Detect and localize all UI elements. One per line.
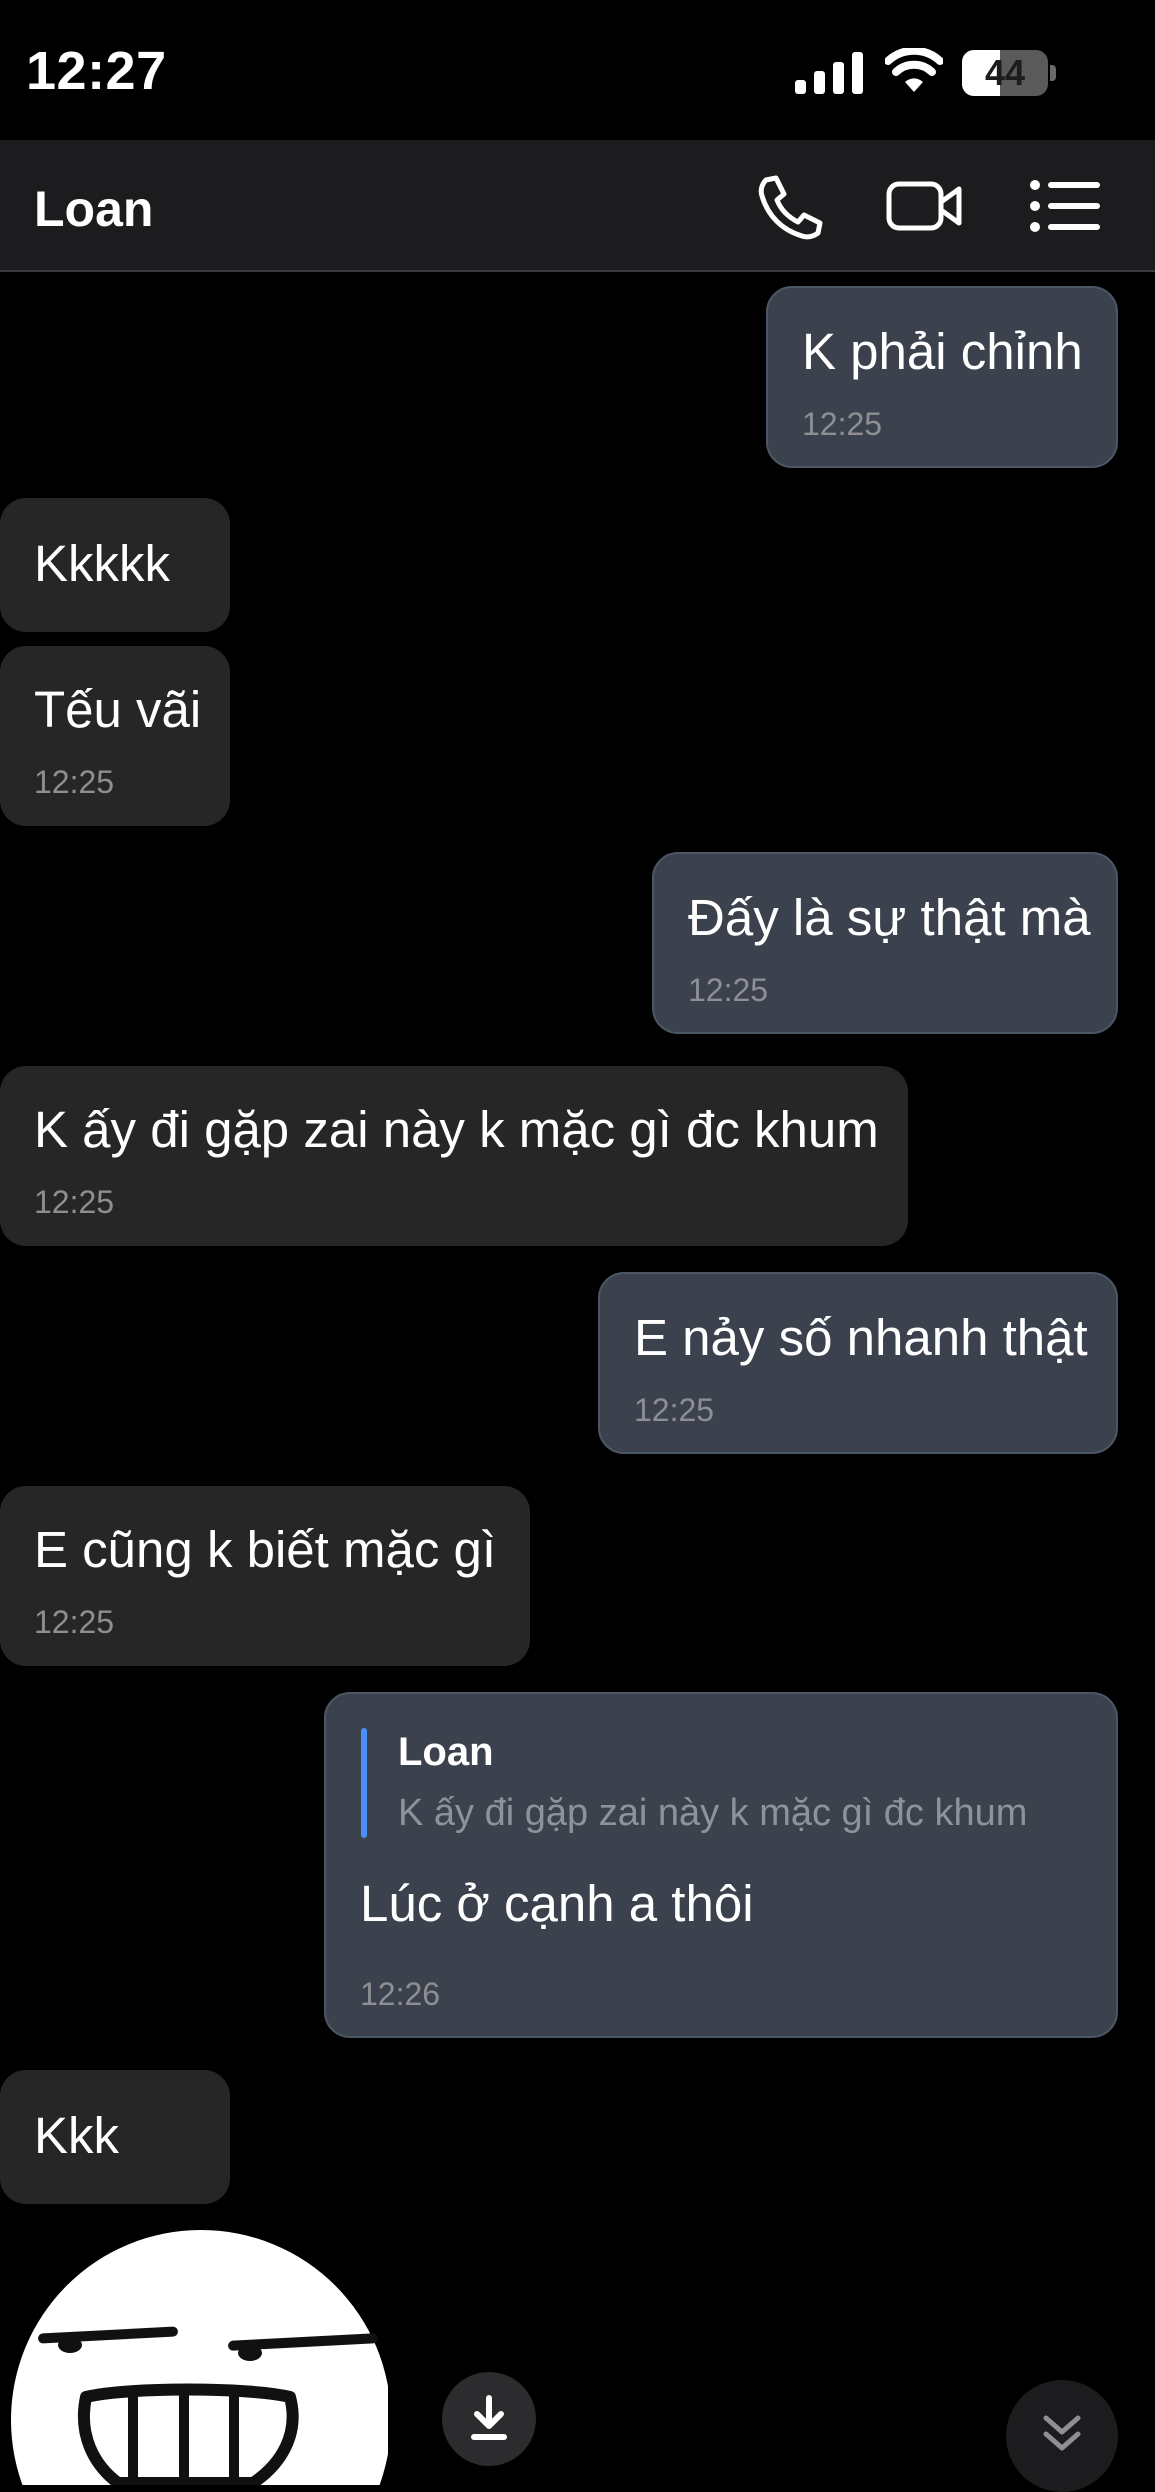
incoming-message[interactable]: Kkkkk <box>0 498 230 632</box>
outgoing-message[interactable]: K phải chỉnh 12:25 <box>766 286 1118 468</box>
message-time: 12:25 <box>634 1392 715 1428</box>
message-text: E cũng k biết mặc gì <box>34 1521 497 1578</box>
message-text: K ấy đi gặp zai này k mặc gì đc khum <box>34 1101 879 1158</box>
battery-icon: 44 <box>962 50 1056 96</box>
download-button[interactable] <box>442 2372 536 2466</box>
message-text: Kkk <box>34 2107 120 2164</box>
status-time: 12:27 <box>26 41 167 101</box>
message-text: K phải chỉnh <box>802 323 1083 380</box>
message-time: 12:25 <box>34 764 115 800</box>
incoming-message[interactable]: Tếu vãi 12:25 <box>0 646 230 826</box>
menu-list-icon[interactable] <box>1026 172 1106 240</box>
message-time: 12:25 <box>34 1184 115 1220</box>
grinning-face-sticker[interactable] <box>8 2225 388 2485</box>
outgoing-reply-message[interactable]: Loan K ấy đi gặp zai này k mặc gì đc khu… <box>324 1692 1118 2038</box>
message-text: Kkkkk <box>34 535 171 592</box>
incoming-message[interactable]: K ấy đi gặp zai này k mặc gì đc khum 12:… <box>0 1066 908 1246</box>
message-time: 12:26 <box>360 1976 441 2012</box>
message-time: 12:25 <box>688 972 769 1008</box>
message-text: Đấy là sự thật mà <box>688 889 1091 946</box>
message-time: 12:25 <box>34 1604 115 1640</box>
scroll-down-icon <box>1043 2415 1081 2451</box>
chat-title[interactable]: Loan <box>34 180 153 238</box>
message-time: 12:25 <box>802 406 883 442</box>
outgoing-message[interactable]: E nảy số nhanh thật 12:25 <box>598 1272 1118 1454</box>
wifi-icon <box>885 48 943 92</box>
incoming-message[interactable]: E cũng k biết mặc gì 12:25 <box>0 1486 530 1666</box>
reply-quote-text: K ấy đi gặp zai này k mặc gì đc khum <box>398 1792 1028 1834</box>
message-text: Tếu vãi <box>34 681 202 738</box>
reply-quote-author: Loan <box>398 1730 494 1774</box>
outgoing-message[interactable]: Đấy là sự thật mà 12:25 <box>652 852 1118 1034</box>
chat-header <box>0 140 1155 272</box>
incoming-message[interactable]: Kkk <box>0 2070 230 2204</box>
message-text: Lúc ở cạnh a thôi <box>360 1875 754 1932</box>
video-camera-icon[interactable] <box>884 172 964 240</box>
download-icon <box>471 2395 507 2440</box>
phone-icon[interactable] <box>748 172 828 240</box>
reply-quote-bar <box>361 1728 367 1838</box>
battery-percent: 44 <box>984 52 1026 93</box>
scroll-down-button[interactable] <box>1006 2380 1118 2492</box>
message-text: E nảy số nhanh thật <box>634 1309 1088 1366</box>
signal-icon <box>795 52 863 94</box>
